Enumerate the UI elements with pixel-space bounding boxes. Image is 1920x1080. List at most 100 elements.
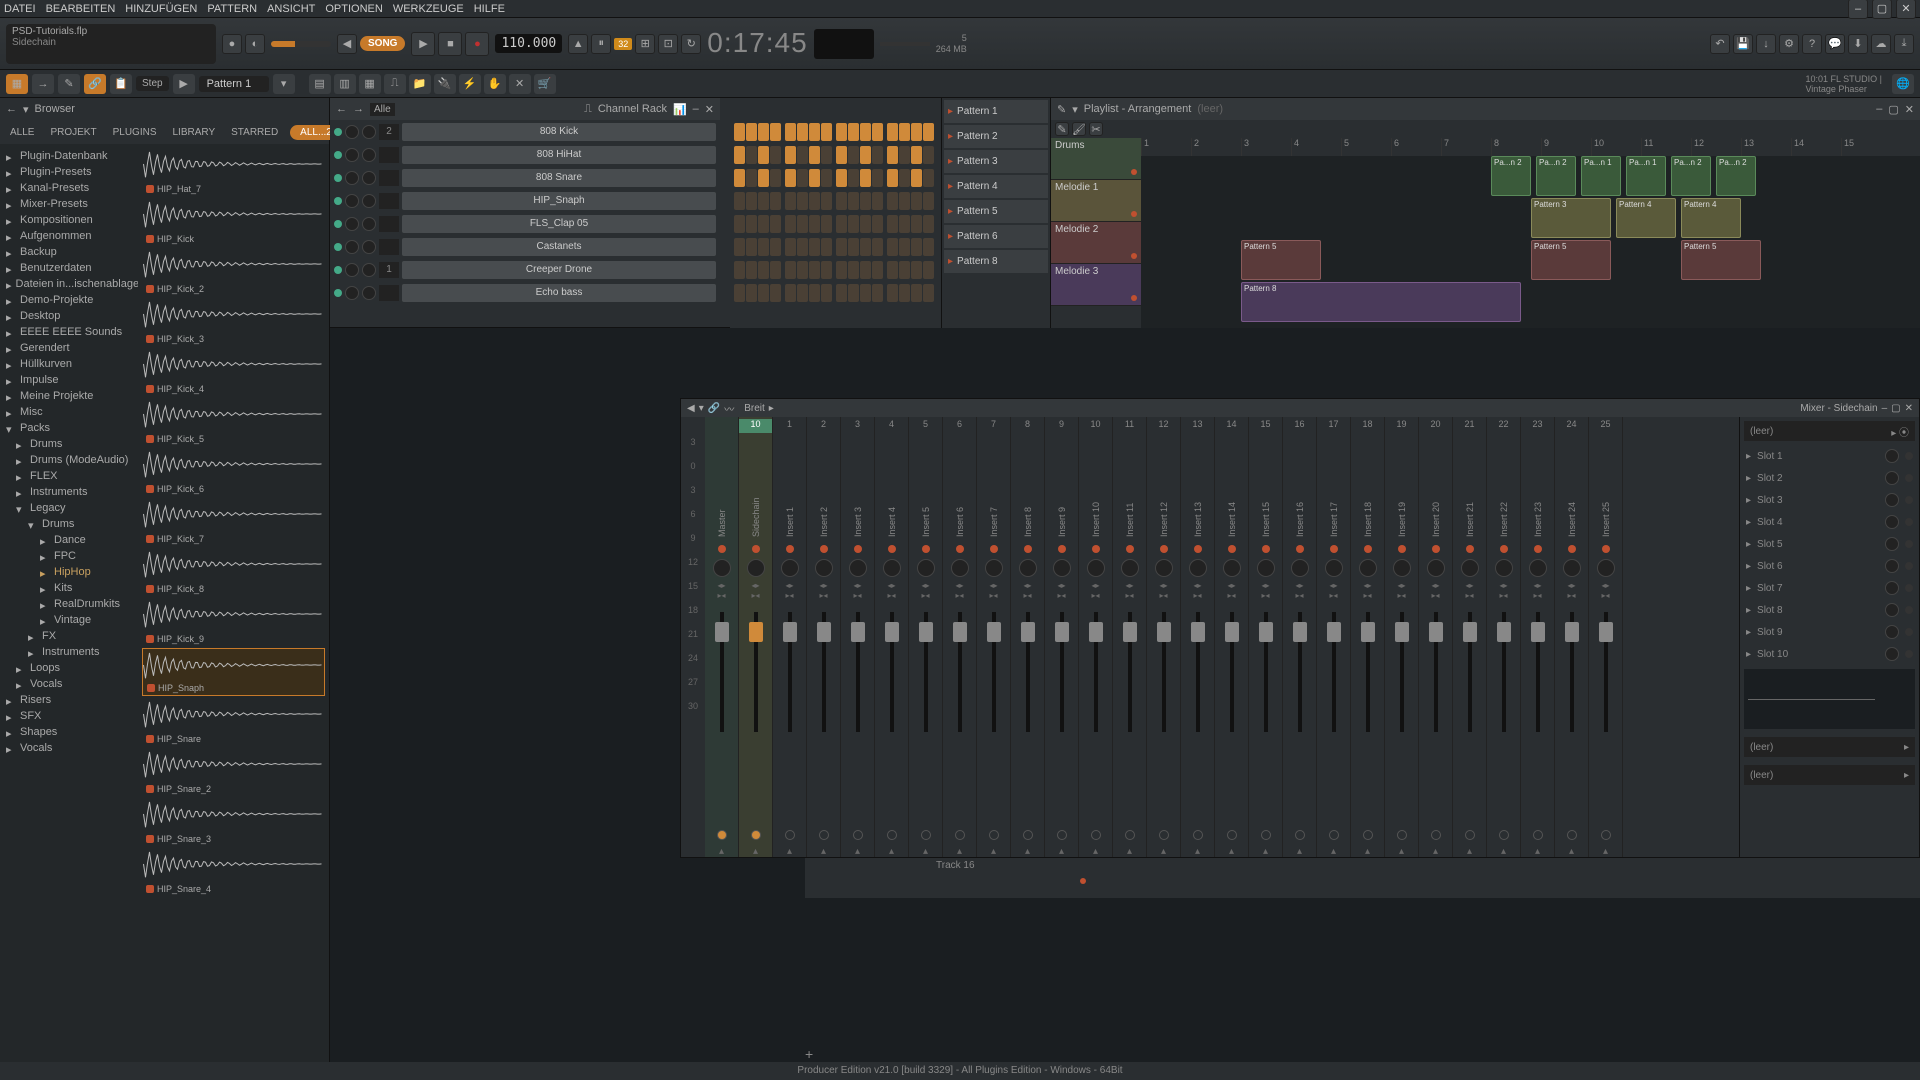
pl-tool-paint-icon[interactable]: 🖌	[1072, 122, 1086, 136]
mixer-pan-knob[interactable]	[1121, 559, 1139, 577]
slot-arrow-icon[interactable]: ▸	[1746, 605, 1751, 616]
channel-route-num[interactable]	[379, 147, 399, 163]
mixer-route-dot[interactable]	[1023, 830, 1033, 840]
mixer-pan-knob[interactable]	[747, 559, 765, 577]
step-cell[interactable]	[809, 238, 820, 256]
mixer-track[interactable]: 16Insert 16◂▸▸◂▴	[1283, 417, 1317, 857]
tree-item[interactable]: ▸Demo-Projekte	[2, 292, 136, 308]
mixer-stereo-sep[interactable]: ◂▸▸◂	[921, 581, 929, 600]
mixer-fader[interactable]	[1463, 622, 1477, 642]
mixer-send-arrow-icon[interactable]: ▴	[1025, 846, 1030, 857]
tree-item[interactable]: ▸Backup	[2, 244, 136, 260]
mixer-mute-led[interactable]	[854, 545, 862, 553]
step-cell[interactable]	[923, 123, 934, 141]
step-cell[interactable]	[899, 261, 910, 279]
mixer-track[interactable]: 20Insert 20◂▸▸◂▴	[1419, 417, 1453, 857]
slot-arrow-icon[interactable]: ▸	[1746, 451, 1751, 462]
mixer-mute-led[interactable]	[1126, 545, 1134, 553]
mixer-eq-display[interactable]	[1744, 669, 1915, 729]
tree-item[interactable]: ▸Kits	[2, 580, 136, 596]
step-cell[interactable]	[836, 215, 847, 233]
playlist-clip[interactable]: Pa...n 2	[1716, 156, 1756, 196]
ruler-tick[interactable]: 3	[1241, 138, 1291, 156]
mixer-stereo-sep[interactable]: ◂▸▸◂	[1397, 581, 1405, 600]
slot-mix-knob[interactable]	[1885, 537, 1899, 551]
mixer-pan-knob[interactable]	[1325, 559, 1343, 577]
mixer-track-label[interactable]: Insert 11	[1125, 437, 1135, 537]
play-button[interactable]: ▶	[411, 32, 435, 56]
slot-mix-knob[interactable]	[1885, 625, 1899, 639]
channel-row[interactable]: 808 HiHat	[330, 143, 720, 166]
pattern-selector[interactable]: Pattern 1	[199, 76, 269, 92]
mixer-close-icon[interactable]: ✕	[1905, 403, 1913, 414]
tree-item[interactable]: ▸Mixer-Presets	[2, 196, 136, 212]
step-cell[interactable]	[923, 192, 934, 210]
step-cell[interactable]	[809, 123, 820, 141]
step-cell[interactable]	[785, 169, 796, 187]
tempo-tap-icon[interactable]: ⚡	[459, 74, 481, 94]
playlist-clip[interactable]: Pa...n 1	[1626, 156, 1666, 196]
mixer-pan-knob[interactable]	[1053, 559, 1071, 577]
mixer-fader[interactable]	[1565, 622, 1579, 642]
news-icon[interactable]: 💬	[1825, 34, 1845, 54]
mixer-fader[interactable]	[953, 622, 967, 642]
channel-name-button[interactable]: FLS_Clap 05	[402, 215, 716, 233]
mixer-track-label[interactable]: Insert 9	[1057, 437, 1067, 537]
slot-enable-led[interactable]	[1905, 606, 1913, 614]
step-cell[interactable]	[848, 284, 859, 302]
channel-pan-knob[interactable]	[345, 286, 359, 300]
mixer-track-num[interactable]: 4	[889, 419, 894, 433]
playlist-grid[interactable]: 123456789101112131415 Pa...n 2Pa...n 2Pa…	[1141, 138, 1920, 328]
mixer-send-arrow-icon[interactable]: ▴	[889, 846, 894, 857]
mixer-track-num[interactable]: 7	[991, 419, 996, 433]
slot-mix-knob[interactable]	[1885, 581, 1899, 595]
sample-item[interactable]: HIP_Kick_9	[142, 598, 325, 646]
mixer-track[interactable]: 4Insert 4◂▸▸◂▴	[875, 417, 909, 857]
slot-mix-knob[interactable]	[1885, 559, 1899, 573]
channel-route-num[interactable]	[379, 216, 399, 232]
channel-vol-knob[interactable]	[362, 286, 376, 300]
tree-item[interactable]: ▸Kompositionen	[2, 212, 136, 228]
step-cell[interactable]	[836, 146, 847, 164]
sample-item[interactable]: HIP_Hat_7	[142, 148, 325, 196]
pl-close-icon[interactable]: ✕	[1905, 103, 1914, 116]
channel-pan-knob[interactable]	[345, 148, 359, 162]
mixer-fader[interactable]	[783, 622, 797, 642]
mixer-track[interactable]: 13Insert 13◂▸▸◂▴	[1181, 417, 1215, 857]
step-cell[interactable]	[887, 261, 898, 279]
mixer-track-label[interactable]: Insert 3	[853, 437, 863, 537]
track-16-header[interactable]: Track 16	[930, 858, 1020, 898]
browser-samples[interactable]: HIP_Hat_7HIP_KickHIP_Kick_2HIP_Kick_3HIP…	[138, 144, 329, 1062]
menu-werkzeuge[interactable]: WERKZEUGE	[393, 3, 464, 15]
tempo-display[interactable]: 110.000	[495, 34, 562, 53]
step-cell[interactable]	[887, 192, 898, 210]
playlist-clip[interactable]: Pattern 4	[1681, 198, 1741, 238]
playlist-track-header[interactable]: Melodie 1	[1051, 180, 1141, 222]
mixer-track-num[interactable]: 5	[923, 419, 928, 433]
mixer-route-dot[interactable]	[1601, 830, 1611, 840]
step-cell[interactable]	[785, 261, 796, 279]
mixer-track-label[interactable]: Insert 4	[887, 437, 897, 537]
pattern-item[interactable]: ▸Pattern 3	[944, 150, 1048, 173]
step-cell[interactable]	[770, 169, 781, 187]
mixer-pan-knob[interactable]	[1087, 559, 1105, 577]
mixer-track-label[interactable]: Master	[717, 437, 727, 537]
step-cell[interactable]	[746, 123, 757, 141]
step-cell[interactable]	[899, 169, 910, 187]
cloud-icon[interactable]: ☁	[1871, 34, 1891, 54]
tree-item[interactable]: ▸Drums (ModeAudio)	[2, 452, 136, 468]
channel-route-num[interactable]	[379, 285, 399, 301]
mixer-send-arrow-icon[interactable]: ▴	[821, 846, 826, 857]
step-cell[interactable]	[923, 215, 934, 233]
mixer-route-dot[interactable]	[1533, 830, 1543, 840]
step-cell[interactable]	[848, 215, 859, 233]
mixer-pan-knob[interactable]	[1019, 559, 1037, 577]
mixer-pan-knob[interactable]	[1529, 559, 1547, 577]
mixer-track[interactable]: 2Insert 2◂▸▸◂▴	[807, 417, 841, 857]
mixer-pan-knob[interactable]	[1427, 559, 1445, 577]
step-cell[interactable]	[872, 215, 883, 233]
step-cell[interactable]	[899, 123, 910, 141]
mixer-view-label[interactable]: Breit	[744, 403, 765, 414]
mixer-send-arrow-icon[interactable]: ▴	[1467, 846, 1472, 857]
mixer-route-dot[interactable]	[921, 830, 931, 840]
